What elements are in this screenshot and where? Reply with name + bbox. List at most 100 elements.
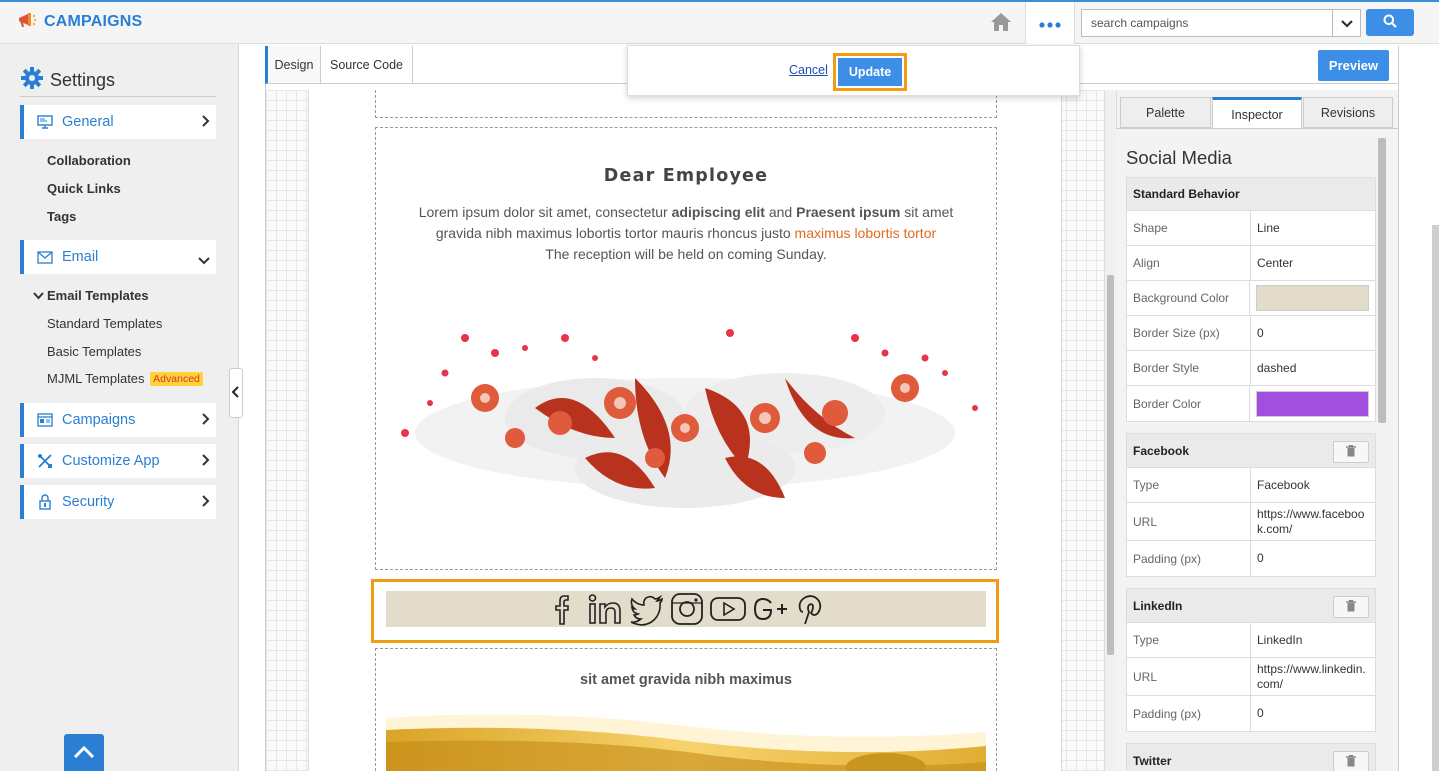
facebook-icon[interactable] xyxy=(547,591,583,627)
delete-linkedin-button[interactable] xyxy=(1333,596,1369,618)
preview-button[interactable]: Preview xyxy=(1318,50,1389,81)
scroll-to-top-button[interactable] xyxy=(64,734,104,771)
more-options-button[interactable] xyxy=(1025,2,1075,44)
brand[interactable]: CAMPAIGNS xyxy=(16,10,142,33)
sidebar-subitem-tags[interactable]: Tags xyxy=(47,209,76,224)
tab-source-code[interactable]: Source Code xyxy=(321,46,413,84)
sidebar-item-email[interactable]: Email xyxy=(20,240,216,274)
background-color-swatch[interactable] xyxy=(1256,285,1369,311)
para-text: and xyxy=(764,204,797,220)
pinterest-icon[interactable] xyxy=(793,591,825,627)
search-input[interactable] xyxy=(1082,10,1332,36)
property-row: Type Facebook xyxy=(1127,468,1375,503)
property-key: URL xyxy=(1127,503,1251,540)
envelope-icon xyxy=(36,248,54,266)
shape-value[interactable]: Line xyxy=(1251,211,1375,245)
inspector-title: Social Media xyxy=(1126,147,1232,168)
home-button[interactable] xyxy=(986,9,1016,37)
canvas-scrollbar-thumb[interactable] xyxy=(1107,275,1114,655)
app-root: CAMPAIGNS search campaigns Settings Gene… xyxy=(0,0,1439,771)
linkedin-padding-value[interactable]: 0 xyxy=(1251,696,1375,731)
sidebar-item-customize-app[interactable]: Customize App xyxy=(20,444,216,478)
property-row: Border Size (px) 0 xyxy=(1127,316,1375,351)
linkedin-icon[interactable] xyxy=(587,591,625,627)
canvas-scrollbar[interactable] xyxy=(1104,90,1116,771)
section-header: Twitter xyxy=(1127,744,1375,771)
section-header: Standard Behavior xyxy=(1127,178,1375,211)
property-key: Type xyxy=(1127,468,1251,502)
sidebar-title: Settings xyxy=(20,66,115,95)
section-header-label: Twitter xyxy=(1133,753,1172,768)
sidebar-item-general[interactable]: General xyxy=(20,105,216,139)
sidebar-subitem-collaboration[interactable]: Collaboration xyxy=(47,153,131,168)
gear-icon xyxy=(20,66,44,95)
cancel-link[interactable]: Cancel xyxy=(789,63,828,77)
property-key: Type xyxy=(1127,623,1251,657)
facebook-url-value[interactable]: https://www.facebook.com/ xyxy=(1251,503,1375,540)
property-key: Padding (px) xyxy=(1127,696,1251,731)
sidebar-item-label: Customize App xyxy=(62,453,160,469)
sidebar-item-label: Campaigns xyxy=(62,412,136,428)
delete-twitter-button[interactable] xyxy=(1333,751,1369,771)
sidebar-subitem-mjml-templates[interactable]: MJML Templates Advanced xyxy=(47,371,203,386)
property-row: Padding (px) 0 xyxy=(1127,696,1375,731)
border-color-swatch[interactable] xyxy=(1256,390,1369,417)
tools-icon xyxy=(36,452,54,470)
mjml-templates-label: MJML Templates xyxy=(47,371,145,386)
property-key: Shape xyxy=(1127,211,1251,245)
property-key: Border Size (px) xyxy=(1127,316,1251,350)
chevron-down-icon xyxy=(198,253,210,269)
sidebar-subitem-email-templates[interactable]: Email Templates xyxy=(33,288,149,303)
para-highlight: maximus lobortis tortor xyxy=(794,225,937,241)
lock-icon xyxy=(36,493,54,511)
align-value[interactable]: Center xyxy=(1251,246,1375,280)
gold-wave-image[interactable] xyxy=(386,712,986,771)
social-media-bar xyxy=(386,591,986,627)
search-icon xyxy=(1383,14,1397,31)
sidebar-item-campaigns[interactable]: Campaigns xyxy=(20,403,216,437)
update-button[interactable]: Update xyxy=(838,58,902,86)
youtube-icon[interactable] xyxy=(709,591,747,627)
sidebar-collapse-button[interactable] xyxy=(229,368,243,418)
sidebar-subitem-basic-templates[interactable]: Basic Templates xyxy=(47,344,141,359)
page-scrollbar[interactable] xyxy=(1432,225,1439,771)
tab-palette[interactable]: Palette xyxy=(1120,97,1211,128)
inspector-scrollbar[interactable] xyxy=(1378,138,1388,771)
megaphone-icon xyxy=(16,10,38,33)
sidebar-item-label: Security xyxy=(62,494,115,510)
twitter-icon[interactable] xyxy=(629,591,665,627)
tab-inspector[interactable]: Inspector xyxy=(1212,97,1302,129)
google-plus-icon[interactable] xyxy=(751,591,789,627)
property-row: Type LinkedIn xyxy=(1127,623,1375,658)
flower-arrangement-image[interactable] xyxy=(385,318,985,533)
delete-facebook-button[interactable] xyxy=(1333,441,1369,463)
search-button[interactable] xyxy=(1366,9,1414,36)
inspector-scrollbar-thumb[interactable] xyxy=(1378,138,1386,423)
facebook-padding-value[interactable]: 0 xyxy=(1251,541,1375,576)
chevron-up-icon xyxy=(73,745,95,762)
linkedin-url-value[interactable]: https://www.linkedin.com/ xyxy=(1251,658,1375,695)
tab-revisions[interactable]: Revisions xyxy=(1303,97,1393,128)
instagram-icon[interactable] xyxy=(669,591,705,627)
email-paragraph: Lorem ipsum dolor sit amet, consectetur … xyxy=(410,202,962,265)
sidebar-subitem-quick-links[interactable]: Quick Links xyxy=(47,181,121,196)
email-templates-label: Email Templates xyxy=(47,288,149,303)
facebook-type-value[interactable]: Facebook xyxy=(1251,468,1375,502)
advanced-badge: Advanced xyxy=(150,372,203,386)
monitor-icon xyxy=(36,113,54,131)
top-bar: CAMPAIGNS xyxy=(0,0,1439,44)
property-key: Background Color xyxy=(1127,281,1250,315)
linkedin-type-value[interactable]: LinkedIn xyxy=(1251,623,1375,657)
para-text: Lorem ipsum dolor sit amet, consectetur xyxy=(418,204,672,220)
border-style-value[interactable]: dashed xyxy=(1251,351,1375,385)
para-line-3: The reception will be held on coming Sun… xyxy=(545,246,827,262)
standard-behavior-table: Standard Behavior Shape Line Align Center … xyxy=(1126,177,1376,422)
chevron-right-icon xyxy=(202,495,210,511)
border-size-value[interactable]: 0 xyxy=(1251,316,1375,350)
search-dropdown-button[interactable] xyxy=(1332,10,1360,36)
sidebar-item-security[interactable]: Security xyxy=(20,485,216,519)
sidebar-subitem-standard-templates[interactable]: Standard Templates xyxy=(47,316,162,331)
tab-design[interactable]: Design xyxy=(265,46,321,84)
email-sub-headline: sit amet gravida nibh maximus xyxy=(580,672,792,688)
app-title: CAMPAIGNS xyxy=(44,12,143,30)
